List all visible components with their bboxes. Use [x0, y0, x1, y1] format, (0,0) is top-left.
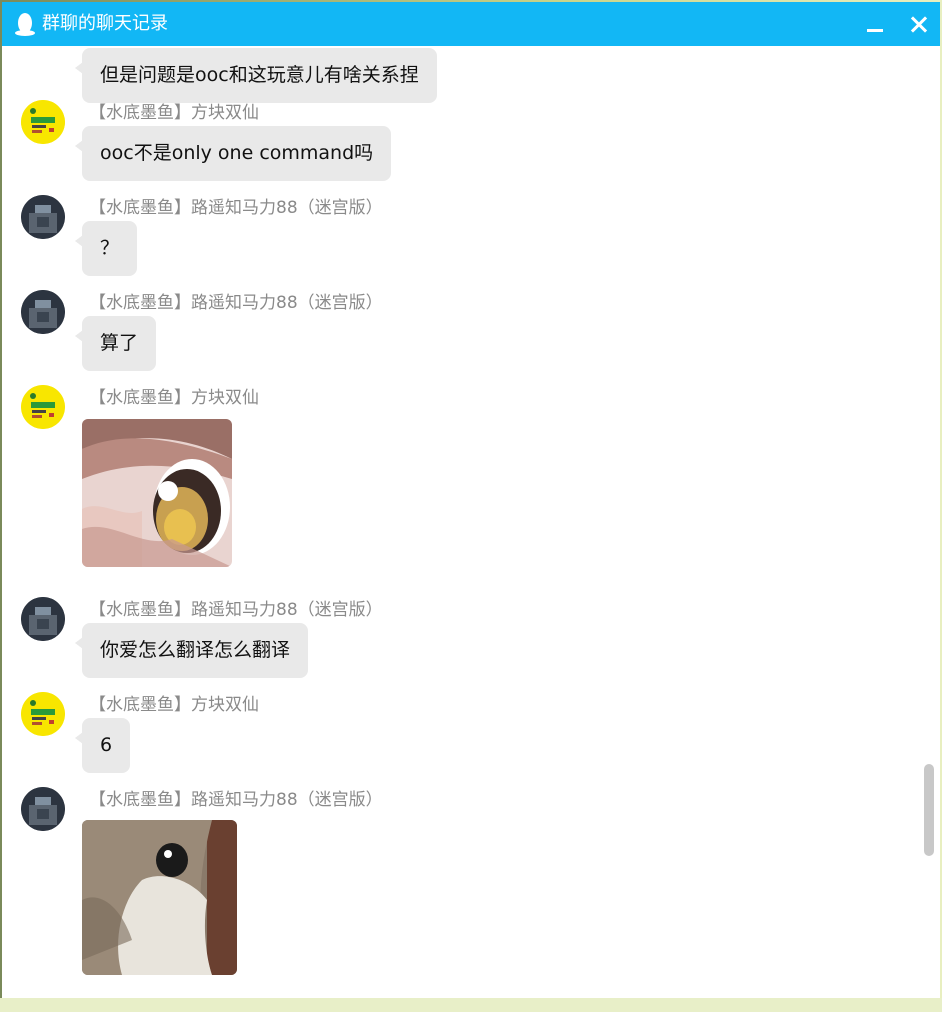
sender-name: 【水底墨鱼】路遥知马力88（迷宫版） — [89, 790, 383, 810]
user-photo-icon — [21, 787, 65, 831]
title-bar[interactable]: 群聊的聊天记录 — [2, 2, 940, 46]
sender-name: 【水底墨鱼】路遥知马力88（迷宫版） — [89, 600, 383, 620]
fksx-logo-icon — [21, 385, 65, 429]
user-photo-icon — [21, 597, 65, 641]
desktop-background-strip — [0, 998, 942, 1012]
avatar[interactable] — [21, 597, 65, 641]
sender-name: 【水底墨鱼】方块双仙 — [89, 388, 259, 408]
window-title: 群聊的聊天记录 — [42, 13, 168, 34]
avatar[interactable] — [21, 100, 65, 144]
close-button[interactable] — [904, 10, 934, 40]
sender-name: 【水底墨鱼】路遥知马力88（迷宫版） — [89, 198, 383, 218]
user-photo-icon — [21, 290, 65, 334]
cat-eye-sticker-icon — [82, 820, 237, 975]
avatar[interactable] — [21, 787, 65, 831]
message-bubble[interactable]: 6 — [74, 718, 131, 773]
sender-name: 【水底墨鱼】方块双仙 — [89, 695, 259, 715]
avatar[interactable] — [21, 385, 65, 429]
avatar[interactable] — [21, 692, 65, 736]
minimize-button[interactable] — [860, 12, 888, 38]
fksx-logo-icon — [21, 692, 65, 736]
message-bubble[interactable]: 算了 — [74, 316, 157, 371]
message-bubble[interactable]: 你爱怎么翻译怎么翻译 — [74, 623, 309, 678]
chat-history-window: 群聊的聊天记录 但是问题是ooc和这玩意儿有啥关系捏 【水底墨鱼】方块双仙 oo — [2, 2, 940, 998]
user-photo-icon — [21, 195, 65, 239]
image-message[interactable] — [82, 820, 237, 975]
sender-name: 【水底墨鱼】方块双仙 — [89, 103, 259, 123]
qq-penguin-icon — [15, 13, 35, 36]
message-list[interactable]: 但是问题是ooc和这玩意儿有啥关系捏 【水底墨鱼】方块双仙 ooc不是only … — [2, 46, 940, 998]
image-message[interactable] — [82, 419, 232, 567]
avatar[interactable] — [21, 195, 65, 239]
message-bubble[interactable]: 但是问题是ooc和这玩意儿有啥关系捏 — [75, 48, 437, 103]
message-bubble[interactable]: ？ — [74, 221, 138, 276]
anime-eye-sticker-icon — [82, 419, 232, 567]
sender-name: 【水底墨鱼】路遥知马力88（迷宫版） — [89, 293, 383, 313]
scrollbar-thumb[interactable] — [924, 764, 934, 856]
avatar[interactable] — [21, 290, 65, 334]
fksx-logo-icon — [21, 100, 65, 144]
message-bubble[interactable]: ooc不是only one command吗 — [74, 126, 392, 181]
